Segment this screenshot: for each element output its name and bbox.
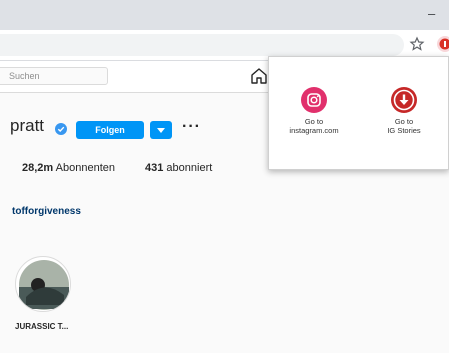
extension-icon[interactable] [436, 35, 449, 53]
minimize-button[interactable]: – [428, 6, 435, 21]
highlight-thumbnail [19, 260, 69, 310]
popup-item-line2: instagram.com [289, 126, 339, 135]
following-stat[interactable]: 431 abonniert [145, 162, 212, 174]
popup-item-line1: Go to [304, 117, 324, 126]
followers-label: Abonnenten [55, 162, 115, 174]
following-label: abonniert [166, 162, 213, 174]
profile-username: pratt [10, 116, 45, 135]
followers-stat[interactable]: 28,2m Abonnenten [22, 162, 115, 174]
download-arrow-icon [391, 87, 417, 113]
home-icon[interactable] [250, 67, 268, 85]
chevron-down-icon [157, 128, 165, 133]
popup-item-line2: IG Stories [387, 126, 421, 135]
go-to-instagram-button[interactable]: Go to instagram.com [277, 87, 351, 135]
browser-titlebar: – [0, 0, 449, 30]
popup-item-line1: Go to [394, 117, 414, 126]
highlight-label: JURASSIC T... [15, 322, 69, 331]
verified-badge-icon [55, 123, 67, 135]
address-bar[interactable] [0, 34, 404, 56]
follow-button[interactable]: Folgen [76, 121, 144, 139]
go-to-ig-stories-button[interactable]: Go to IG Stories [367, 87, 441, 135]
follow-dropdown-button[interactable] [150, 121, 172, 139]
bio-link[interactable]: tofforgiveness [12, 206, 81, 217]
followers-count: 28,2m [22, 162, 54, 174]
instagram-icon [301, 87, 327, 113]
more-options-button[interactable]: ··· [182, 118, 201, 136]
extension-popup: Go to instagram.com Go to IG Stories [268, 56, 449, 170]
bookmark-star-icon[interactable] [409, 36, 425, 52]
following-count: 431 [145, 162, 164, 174]
story-highlight[interactable] [15, 256, 71, 312]
search-input[interactable] [0, 67, 108, 85]
